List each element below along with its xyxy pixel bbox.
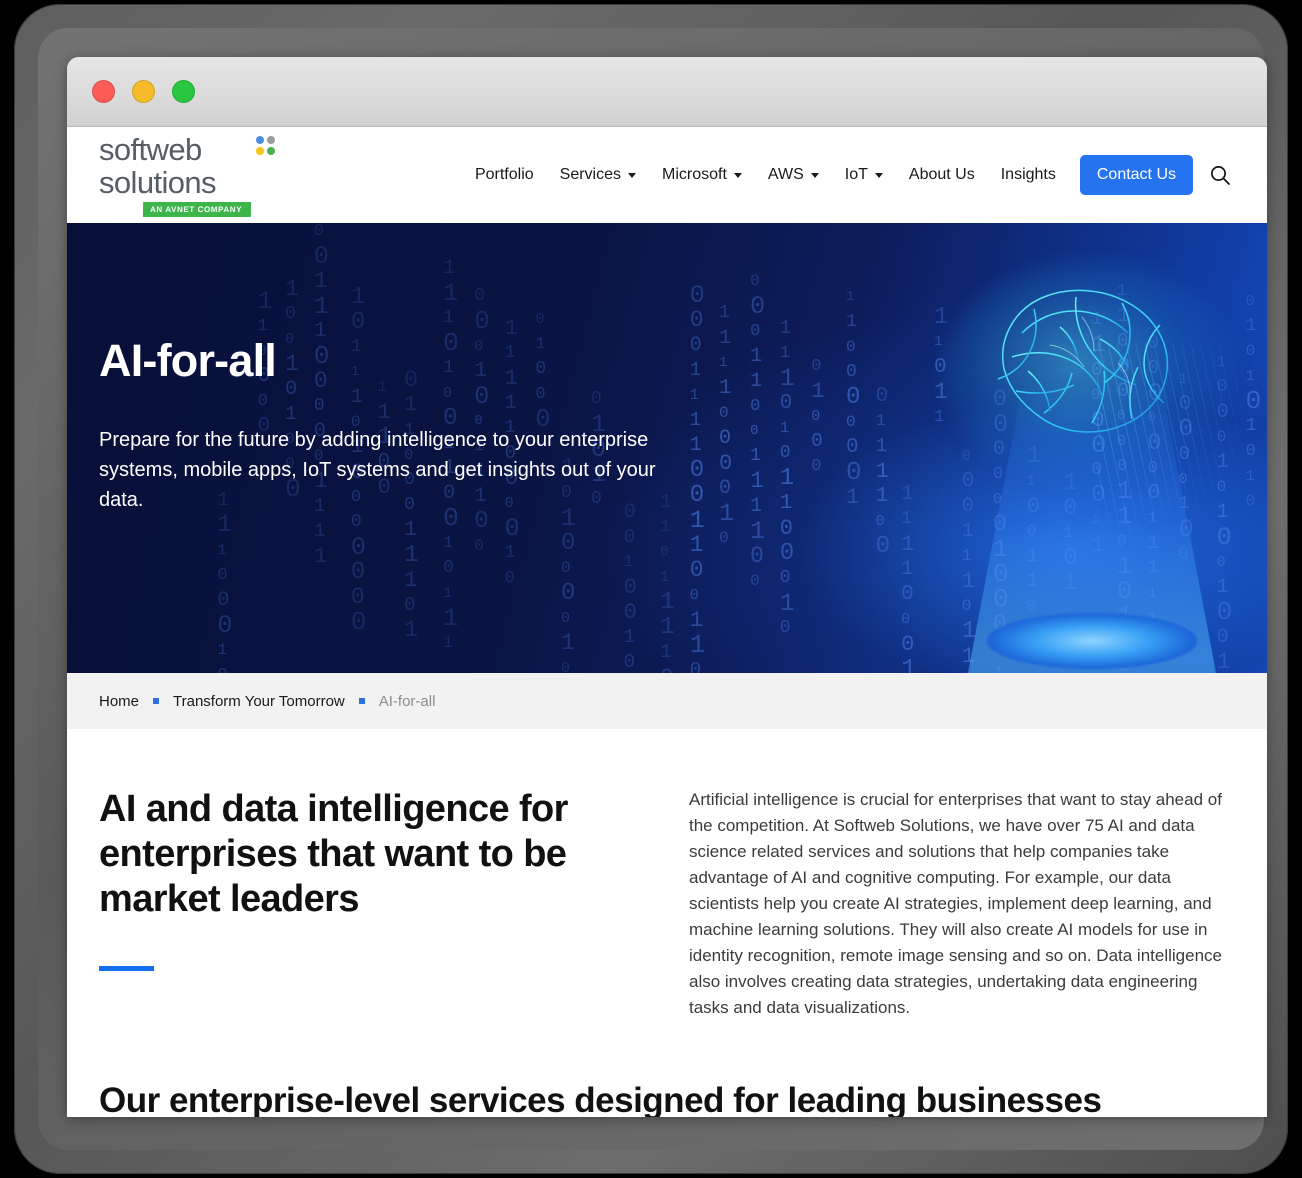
breadcrumb-separator-icon bbox=[153, 698, 160, 704]
hero-text-block: AI-for-all Prepare for the future by add… bbox=[99, 335, 659, 515]
nav-item-about-us[interactable]: About Us bbox=[896, 155, 988, 195]
chevron-down-icon bbox=[810, 172, 819, 178]
search-icon[interactable] bbox=[1209, 164, 1231, 186]
hologram-beam bbox=[967, 388, 1217, 673]
breadcrumb-item-transform-your-tomorrow[interactable]: Transform Your Tomorrow bbox=[173, 693, 345, 710]
content-columns: AI and data intelligence for enterprises… bbox=[99, 787, 1235, 1021]
avnet-badge: AN AVNET COMPANY bbox=[142, 201, 252, 217]
main-content: AI and data intelligence for enterprises… bbox=[67, 729, 1267, 1117]
nav-label: AWS bbox=[767, 166, 804, 183]
breadcrumb: Home Transform Your Tomorrow AI-for-all bbox=[67, 673, 1267, 729]
hero-title: AI-for-all bbox=[99, 335, 277, 386]
nav-label: About Us bbox=[908, 166, 975, 183]
content-left-column: AI and data intelligence for enterprises… bbox=[99, 787, 689, 1021]
hero-banner: 1110001000010110000100101000001110000011… bbox=[67, 223, 1267, 673]
breadcrumb-item-home[interactable]: Home bbox=[99, 693, 139, 710]
maximize-button[interactable] bbox=[172, 80, 195, 103]
nav-item-portfolio[interactable]: Portfolio bbox=[462, 155, 547, 195]
section-body-text: Artificial intelligence is crucial for e… bbox=[689, 790, 1222, 1017]
chevron-down-icon bbox=[733, 172, 742, 178]
nav-item-iot[interactable]: IoT bbox=[832, 155, 896, 195]
browser-window: softweb solutions AN AVNET COMPANY Portf… bbox=[67, 57, 1267, 1117]
services-section-title: Our enterprise-level services designed f… bbox=[99, 1081, 1102, 1117]
minimize-button[interactable] bbox=[132, 80, 155, 103]
nav-item-microsoft[interactable]: Microsoft bbox=[649, 155, 755, 195]
logo-line-1: softweb bbox=[99, 131, 202, 167]
hero-subtitle: Prepare for the future by adding intelli… bbox=[99, 429, 656, 511]
logo-wordmark: softweb solutions AN AVNET COMPANY bbox=[99, 131, 276, 217]
main-navigation: Portfolio Services Microsoft AWS IoT Abo… bbox=[462, 155, 1231, 195]
chevron-down-icon bbox=[874, 172, 883, 178]
nav-label: Microsoft bbox=[662, 166, 727, 183]
nav-label: Services bbox=[559, 166, 622, 183]
nav-label: IoT bbox=[844, 166, 868, 183]
nav-label: Portfolio bbox=[474, 166, 534, 183]
section-title: AI and data intelligence for enterprises… bbox=[99, 788, 568, 920]
site-logo[interactable]: softweb solutions AN AVNET COMPANY bbox=[99, 131, 276, 217]
brain-glow bbox=[942, 259, 1242, 489]
nav-item-insights[interactable]: Insights bbox=[988, 155, 1069, 195]
device-frame: softweb solutions AN AVNET COMPANY Portf… bbox=[14, 4, 1288, 1174]
window-titlebar bbox=[67, 57, 1267, 127]
hologram-platform bbox=[987, 613, 1197, 669]
contact-us-button[interactable]: Contact Us bbox=[1079, 155, 1193, 195]
chevron-down-icon bbox=[628, 172, 637, 178]
particle-fan bbox=[1097, 343, 1257, 553]
nav-item-aws[interactable]: AWS bbox=[755, 155, 832, 195]
nav-item-services[interactable]: Services bbox=[547, 155, 649, 195]
close-button[interactable] bbox=[92, 80, 115, 103]
section-accent-rule bbox=[99, 966, 154, 971]
logo-dots-icon bbox=[256, 135, 276, 155]
holographic-brain-visual bbox=[927, 233, 1257, 673]
site-header: softweb solutions AN AVNET COMPANY Portf… bbox=[67, 127, 1267, 223]
breadcrumb-separator-icon bbox=[358, 698, 365, 704]
breadcrumb-item-current: AI-for-all bbox=[378, 692, 436, 710]
content-right-column: Artificial intelligence is crucial for e… bbox=[689, 787, 1229, 1021]
logo-line-2: solutions bbox=[99, 164, 217, 200]
brain-icon bbox=[997, 289, 1169, 433]
nav-label: Insights bbox=[1000, 166, 1056, 183]
